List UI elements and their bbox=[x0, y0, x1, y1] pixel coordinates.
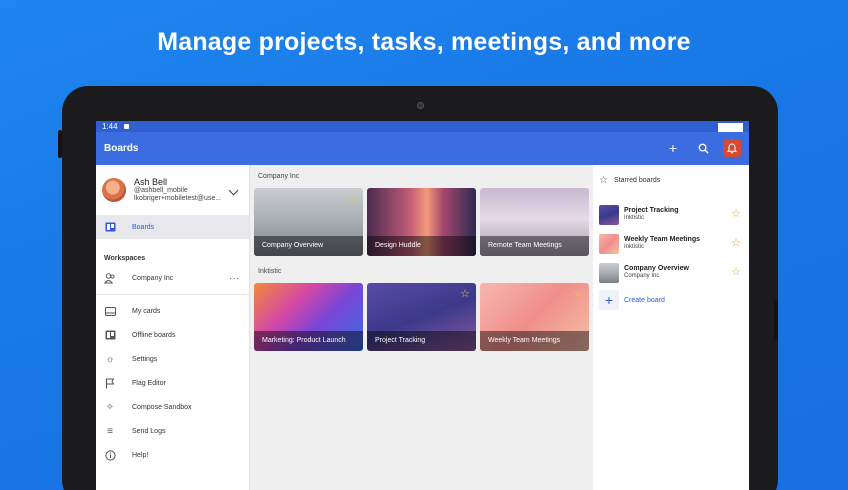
starred-board-item[interactable]: Project Tracking Inktistic ☆ bbox=[599, 200, 745, 229]
volume-button bbox=[58, 130, 62, 158]
drawer-item-label: Help! bbox=[132, 451, 149, 459]
flag-icon bbox=[104, 377, 116, 389]
card-icon bbox=[104, 305, 116, 317]
drawer-item-label: My cards bbox=[132, 307, 161, 315]
create-board-label: Create board bbox=[624, 296, 665, 304]
workspace-boards: Marketing: Product Launch ☆ Project Trac… bbox=[254, 283, 589, 361]
drawer-item-label: Boards bbox=[132, 223, 155, 231]
star-icon[interactable]: ☆ bbox=[573, 287, 583, 300]
board-tile[interactable]: Marketing: Product Launch bbox=[254, 283, 363, 351]
board-title: Remote Team Meetings bbox=[480, 236, 589, 256]
drawer-item-my-cards[interactable]: My cards bbox=[96, 299, 249, 323]
workspace-label: Inktistic bbox=[258, 268, 282, 275]
starred-board-workspace: Company Inc bbox=[624, 273, 660, 280]
star-icon[interactable]: ☆ bbox=[731, 236, 741, 249]
drawer-item-label: Offline boards bbox=[132, 331, 176, 339]
drawer-item-label: Company Inc bbox=[132, 274, 174, 282]
starred-boards-panel: ☆ Starred boards Project Tracking Inktis… bbox=[593, 165, 749, 490]
profile-email: lkobriger+mobiletest@use... bbox=[134, 194, 222, 202]
plus-icon[interactable]: + bbox=[663, 138, 683, 158]
starred-boards-header: ☆ Starred boards bbox=[599, 175, 745, 200]
star-icon[interactable]: ☆ bbox=[731, 265, 741, 278]
list-icon: ≡ bbox=[107, 425, 113, 437]
app-bar: Boards + bbox=[96, 132, 749, 165]
board-thumbnail bbox=[599, 233, 619, 254]
board-title: Design Huddle bbox=[367, 236, 476, 256]
headline: Manage projects, tasks, meetings, and mo… bbox=[157, 28, 691, 56]
chevron-down-icon[interactable] bbox=[228, 185, 239, 196]
more-options-icon[interactable]: ··· bbox=[229, 273, 239, 284]
board-tile[interactable]: ☆ Project Tracking bbox=[367, 283, 476, 351]
drawer-item-help[interactable]: Help! bbox=[96, 443, 249, 467]
starred-board-name: Company Overview bbox=[624, 264, 689, 272]
notification-icon bbox=[123, 124, 129, 129]
board-title: Weekly Team Meetings bbox=[480, 331, 589, 351]
board-title: Project Tracking bbox=[367, 331, 476, 351]
profile-username: @ashbell_mobile bbox=[134, 187, 188, 195]
workspaces-header: Workspaces bbox=[104, 255, 146, 262]
avatar bbox=[102, 178, 126, 202]
profile-name: Ash Bell bbox=[134, 176, 168, 187]
starred-board-name: Weekly Team Meetings bbox=[624, 235, 700, 243]
starred-board-name: Project Tracking bbox=[624, 206, 679, 214]
board-tile[interactable]: ☆ Weekly Team Meetings bbox=[480, 283, 589, 351]
star-icon[interactable]: ☆ bbox=[347, 192, 357, 205]
drawer-item-settings[interactable]: ☼ Settings bbox=[96, 347, 249, 371]
camera bbox=[417, 102, 424, 109]
board-icon bbox=[104, 329, 116, 341]
workspace-boards: ☆ Company Overview Design Huddle Remote … bbox=[254, 188, 589, 266]
create-board-button[interactable]: + Create board bbox=[599, 287, 745, 313]
drawer-item-label: Compose Sandbox bbox=[132, 403, 192, 411]
bell-icon[interactable] bbox=[723, 139, 741, 157]
drawer-item-workspace[interactable]: Company Inc ··· bbox=[96, 266, 249, 290]
app-screen: 1:44 Boards + Ash Bell @ashbell_mobile l… bbox=[96, 121, 749, 490]
starred-board-item[interactable]: Weekly Team Meetings Inktistic ☆ bbox=[599, 229, 745, 258]
board-title: Company Overview bbox=[254, 236, 363, 256]
board-thumbnail bbox=[599, 262, 619, 283]
drawer-item-compose-sandbox[interactable]: ✧ Compose Sandbox bbox=[96, 395, 249, 419]
board-thumbnail bbox=[599, 204, 619, 225]
starred-board-workspace: Inktistic bbox=[624, 244, 645, 251]
board-title: Marketing: Product Launch bbox=[254, 331, 363, 351]
board-tile[interactable]: Design Huddle bbox=[367, 188, 476, 256]
info-icon bbox=[104, 449, 116, 461]
app-bar-title: Boards bbox=[104, 143, 139, 154]
drawer-item-flag-editor[interactable]: Flag Editor bbox=[96, 371, 249, 395]
divider bbox=[96, 294, 249, 295]
star-icon[interactable]: ☆ bbox=[731, 207, 741, 220]
status-bar: 1:44 bbox=[96, 121, 749, 139]
plus-icon: + bbox=[599, 290, 619, 310]
search-icon[interactable] bbox=[693, 138, 713, 158]
drawer-item-label: Flag Editor bbox=[132, 379, 166, 387]
drawer-item-label: Settings bbox=[132, 355, 158, 363]
board-icon bbox=[104, 221, 116, 233]
drawer-item-label: Send Logs bbox=[132, 427, 166, 435]
drawer-item-offline-boards[interactable]: Offline boards bbox=[96, 323, 249, 347]
board-tile[interactable]: Remote Team Meetings bbox=[480, 188, 589, 256]
drawer-item-boards[interactable]: Boards bbox=[96, 215, 249, 239]
gear-icon: ☼ bbox=[105, 353, 115, 365]
sparkle-icon: ✧ bbox=[105, 401, 115, 413]
status-time: 1:44 bbox=[102, 122, 118, 131]
side-button bbox=[774, 300, 778, 340]
star-icon[interactable]: ☆ bbox=[460, 287, 470, 300]
starred-board-workspace: Inktistic bbox=[624, 215, 645, 222]
starred-board-item[interactable]: Company Overview Company Inc ☆ bbox=[599, 258, 745, 287]
drawer-item-send-logs[interactable]: ≡ Send Logs bbox=[96, 419, 249, 443]
navigation-drawer: Ash Bell @ashbell_mobile lkobriger+mobil… bbox=[96, 165, 250, 490]
people-icon bbox=[104, 272, 116, 284]
workspace-label: Company Inc bbox=[258, 173, 300, 180]
boards-grid: Company Inc ☆ Company Overview Design Hu… bbox=[250, 165, 593, 490]
star-outline-icon: ☆ bbox=[599, 175, 608, 186]
account-switcher[interactable]: Ash Bell @ashbell_mobile lkobriger+mobil… bbox=[96, 165, 249, 215]
board-tile[interactable]: ☆ Company Overview bbox=[254, 188, 363, 256]
starred-boards-title: Starred boards bbox=[613, 177, 661, 184]
